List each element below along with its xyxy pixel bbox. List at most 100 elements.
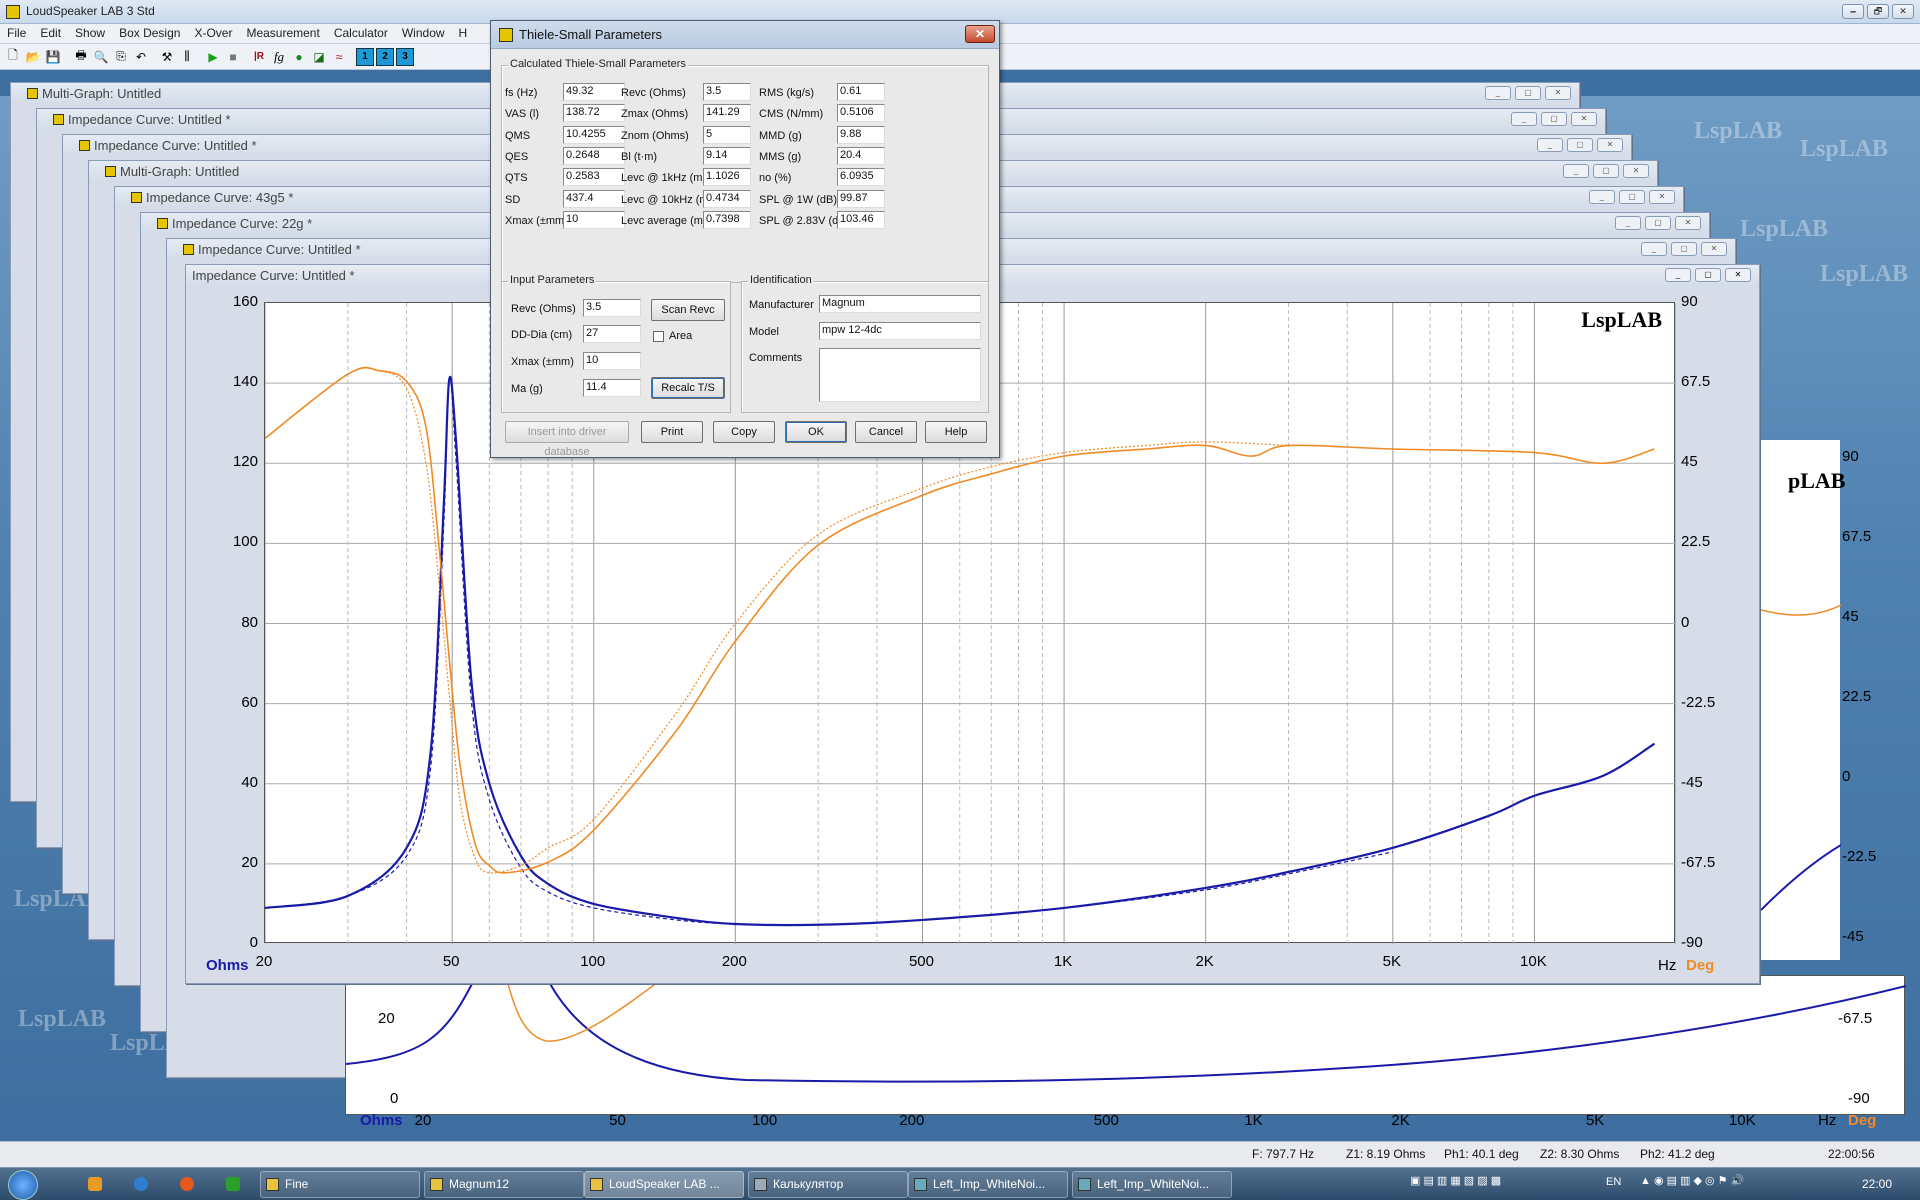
- close-button[interactable]: ✕: [1545, 86, 1571, 100]
- ts-param-value[interactable]: 141.29: [703, 104, 751, 123]
- input-ma-field[interactable]: 11.4: [583, 379, 641, 397]
- open-folder-icon[interactable]: 📂: [24, 48, 42, 66]
- maximize-button[interactable]: ▢: [1567, 138, 1593, 152]
- ts-param-value[interactable]: 9.14: [703, 146, 751, 165]
- ts-param-value[interactable]: 437.4: [563, 189, 625, 208]
- graph-icon[interactable]: ◪: [310, 48, 328, 66]
- taskbar-item-left-imp-2[interactable]: Left_Imp_WhiteNoi...: [1072, 1171, 1232, 1198]
- menu-help[interactable]: H: [452, 24, 475, 42]
- insert-database-button[interactable]: Insert into driver database: [505, 421, 629, 458]
- maximize-button[interactable]: ▢: [1541, 112, 1567, 126]
- menu-box-design[interactable]: Box Design: [112, 24, 187, 42]
- minimize-button[interactable]: _: [1563, 164, 1589, 178]
- impedance-icon[interactable]: |R: [250, 48, 268, 66]
- language-indicator[interactable]: EN: [1606, 1176, 1621, 1188]
- taskbar-item-calculator[interactable]: Калькулятор: [748, 1171, 908, 1198]
- thiele-small-dialog[interactable]: Thiele-Small Parameters ✕ Calculated Thi…: [490, 20, 1000, 458]
- copy-icon[interactable]: ⎘: [112, 48, 130, 66]
- clock[interactable]: 22:00: [1862, 1177, 1892, 1191]
- window-1-button[interactable]: 1: [356, 47, 374, 66]
- app-launcher-icon[interactable]: [226, 1177, 240, 1191]
- ts-param-value[interactable]: 0.7398: [703, 210, 751, 229]
- maximize-button[interactable]: ▢: [1619, 190, 1645, 204]
- menu-window[interactable]: Window: [395, 24, 452, 42]
- print-preview-icon[interactable]: 🔍: [92, 48, 110, 66]
- maximize-button[interactable]: ▢: [1593, 164, 1619, 178]
- model-field[interactable]: mpw 12-4dc: [819, 322, 981, 340]
- recalc-ts-button[interactable]: Recalc T/S: [651, 377, 725, 399]
- function-icon[interactable]: fg: [270, 48, 288, 66]
- close-button[interactable]: ✕: [1892, 4, 1914, 19]
- wave-icon[interactable]: ≈: [330, 48, 348, 66]
- ts-param-value[interactable]: 6.0935: [837, 168, 885, 187]
- minimize-button[interactable]: 🗕: [1842, 4, 1864, 19]
- menu-show[interactable]: Show: [68, 24, 112, 42]
- circle-icon[interactable]: ●: [290, 48, 308, 66]
- dialog-close-button[interactable]: ✕: [965, 25, 995, 43]
- copy-button[interactable]: Copy: [713, 421, 775, 443]
- maximize-button[interactable]: ▢: [1671, 242, 1697, 256]
- close-button[interactable]: ✕: [1571, 112, 1597, 126]
- tray-icons[interactable]: ▣ ▤ ▥ ▦ ▧ ▨ ▩: [1410, 1174, 1501, 1187]
- new-file-icon[interactable]: 🗋: [4, 48, 22, 66]
- taskbar-item-fine[interactable]: Fine: [260, 1171, 420, 1198]
- ok-button[interactable]: OK: [785, 421, 847, 443]
- play-icon[interactable]: ▶: [204, 48, 222, 66]
- close-button[interactable]: ✕: [1675, 216, 1701, 230]
- crossover-icon[interactable]: ⚒: [158, 48, 176, 66]
- maximize-button[interactable]: ▢: [1695, 268, 1721, 282]
- close-button[interactable]: ✕: [1597, 138, 1623, 152]
- manufacturer-field[interactable]: Magnum: [819, 295, 981, 313]
- cancel-button[interactable]: Cancel: [855, 421, 917, 443]
- minimize-button[interactable]: _: [1485, 86, 1511, 100]
- maximize-button[interactable]: ▢: [1645, 216, 1671, 230]
- ts-param-value[interactable]: 0.5106: [837, 104, 885, 123]
- menu-measurement[interactable]: Measurement: [239, 24, 326, 42]
- maximize-button[interactable]: ▢: [1515, 86, 1541, 100]
- sliders-icon[interactable]: ⫼: [178, 48, 196, 66]
- input-revc-field[interactable]: 3.5: [583, 299, 641, 317]
- area-checkbox[interactable]: [653, 331, 664, 342]
- ts-param-value[interactable]: 0.4734: [703, 189, 751, 208]
- close-button[interactable]: ✕: [1701, 242, 1727, 256]
- internet-explorer-icon[interactable]: [134, 1177, 148, 1191]
- print-icon[interactable]: 🖶: [72, 48, 90, 66]
- ts-param-value[interactable]: 5: [703, 125, 751, 144]
- help-button[interactable]: Help: [925, 421, 987, 443]
- ts-param-value[interactable]: 103.46: [837, 210, 885, 229]
- media-player-icon[interactable]: [88, 1177, 102, 1191]
- ts-param-value[interactable]: 3.5: [703, 83, 751, 101]
- close-button[interactable]: ✕: [1623, 164, 1649, 178]
- tray-icons-2[interactable]: ▲ ◉ ▤ ▥ ◆ ◎ ⚑ 🔊: [1640, 1174, 1744, 1187]
- undo-icon[interactable]: ↶: [132, 48, 150, 66]
- minimize-button[interactable]: _: [1589, 190, 1615, 204]
- minimize-button[interactable]: _: [1665, 268, 1691, 282]
- menu-calculator[interactable]: Calculator: [327, 24, 395, 42]
- ts-param-value[interactable]: 0.2583: [563, 168, 625, 187]
- minimize-button[interactable]: _: [1615, 216, 1641, 230]
- ts-param-value[interactable]: 10: [563, 210, 625, 229]
- ts-param-value[interactable]: 49.32: [563, 83, 625, 101]
- window-3-button[interactable]: 3: [396, 47, 414, 66]
- menu-file[interactable]: File: [0, 24, 33, 42]
- comments-textarea[interactable]: [819, 348, 981, 402]
- window-2-button[interactable]: 2: [376, 47, 394, 66]
- ts-param-value[interactable]: 0.2648: [563, 146, 625, 165]
- minimize-button[interactable]: _: [1511, 112, 1537, 126]
- input-dd-dia-field[interactable]: 27: [583, 325, 641, 343]
- dialog-titlebar[interactable]: Thiele-Small Parameters: [491, 21, 999, 49]
- taskbar-item-left-imp-1[interactable]: Left_Imp_WhiteNoi...: [908, 1171, 1068, 1198]
- stop-icon[interactable]: ■: [224, 48, 242, 66]
- ts-param-value[interactable]: 99.87: [837, 189, 885, 208]
- print-button[interactable]: Print: [641, 421, 703, 443]
- taskbar-item-magnum12[interactable]: Magnum12: [424, 1171, 584, 1198]
- input-xmax-field[interactable]: 10: [583, 352, 641, 370]
- taskbar-item-loudspeaker-lab[interactable]: LoudSpeaker LAB ...: [584, 1171, 744, 1198]
- ts-param-value[interactable]: 9.88: [837, 125, 885, 144]
- firefox-icon[interactable]: [180, 1177, 194, 1191]
- minimize-button[interactable]: _: [1641, 242, 1667, 256]
- ts-param-value[interactable]: 0.61: [837, 83, 885, 101]
- save-icon[interactable]: 💾: [44, 48, 62, 66]
- start-button[interactable]: [8, 1170, 38, 1200]
- scan-revc-button[interactable]: Scan Revc: [651, 299, 725, 321]
